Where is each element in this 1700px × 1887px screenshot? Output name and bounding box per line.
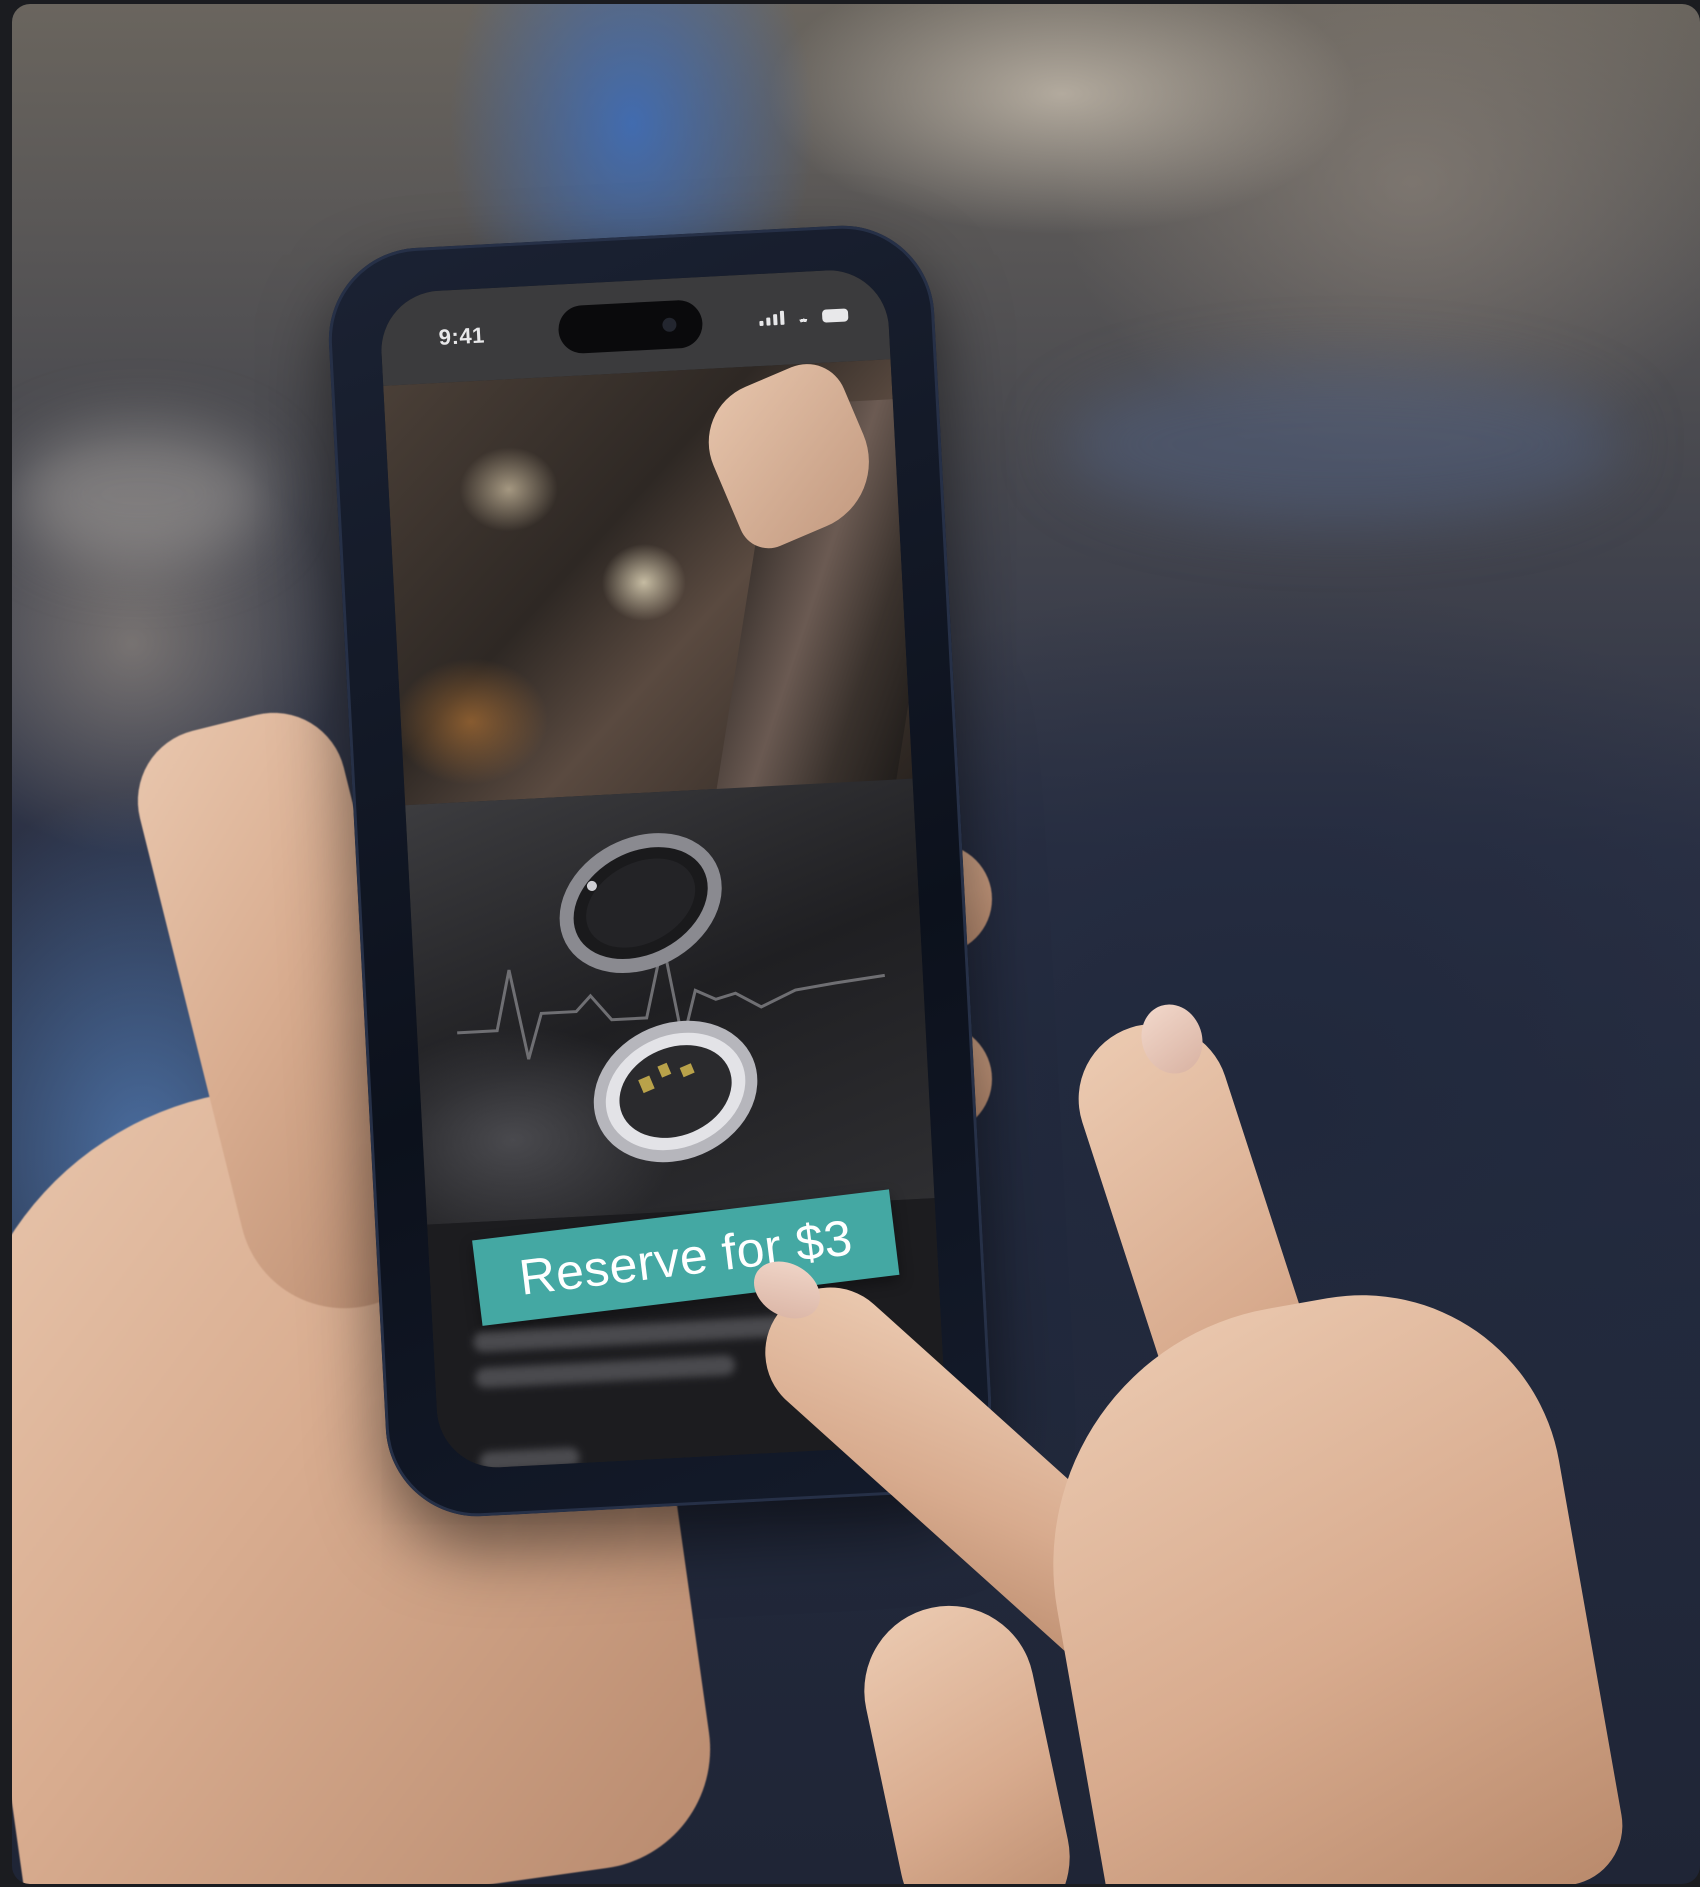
front-camera-icon [662, 317, 677, 333]
couch-highlight [1062, 364, 1622, 524]
wifi-icon [793, 307, 814, 324]
couch-highlight [12, 424, 272, 564]
blurred-text-line [479, 1447, 581, 1471]
photo-scene: 9:41 Reserve for $3 [12, 4, 1700, 1884]
ring-bottom [593, 1020, 758, 1163]
right-hand-palm [1012, 1263, 1632, 1884]
dynamic-island [557, 299, 704, 355]
ring-illustration [457, 833, 885, 1163]
battery-icon [821, 308, 849, 323]
status-time: 9:41 [438, 322, 486, 350]
signal-icon [759, 309, 785, 327]
blurred-text-line [474, 1354, 736, 1389]
product-image-rings [405, 778, 935, 1225]
phone-screen: 9:41 Reserve for $3 [378, 267, 948, 1471]
status-icons [759, 305, 849, 327]
ring-top [559, 833, 722, 974]
hero-photo [383, 351, 948, 830]
